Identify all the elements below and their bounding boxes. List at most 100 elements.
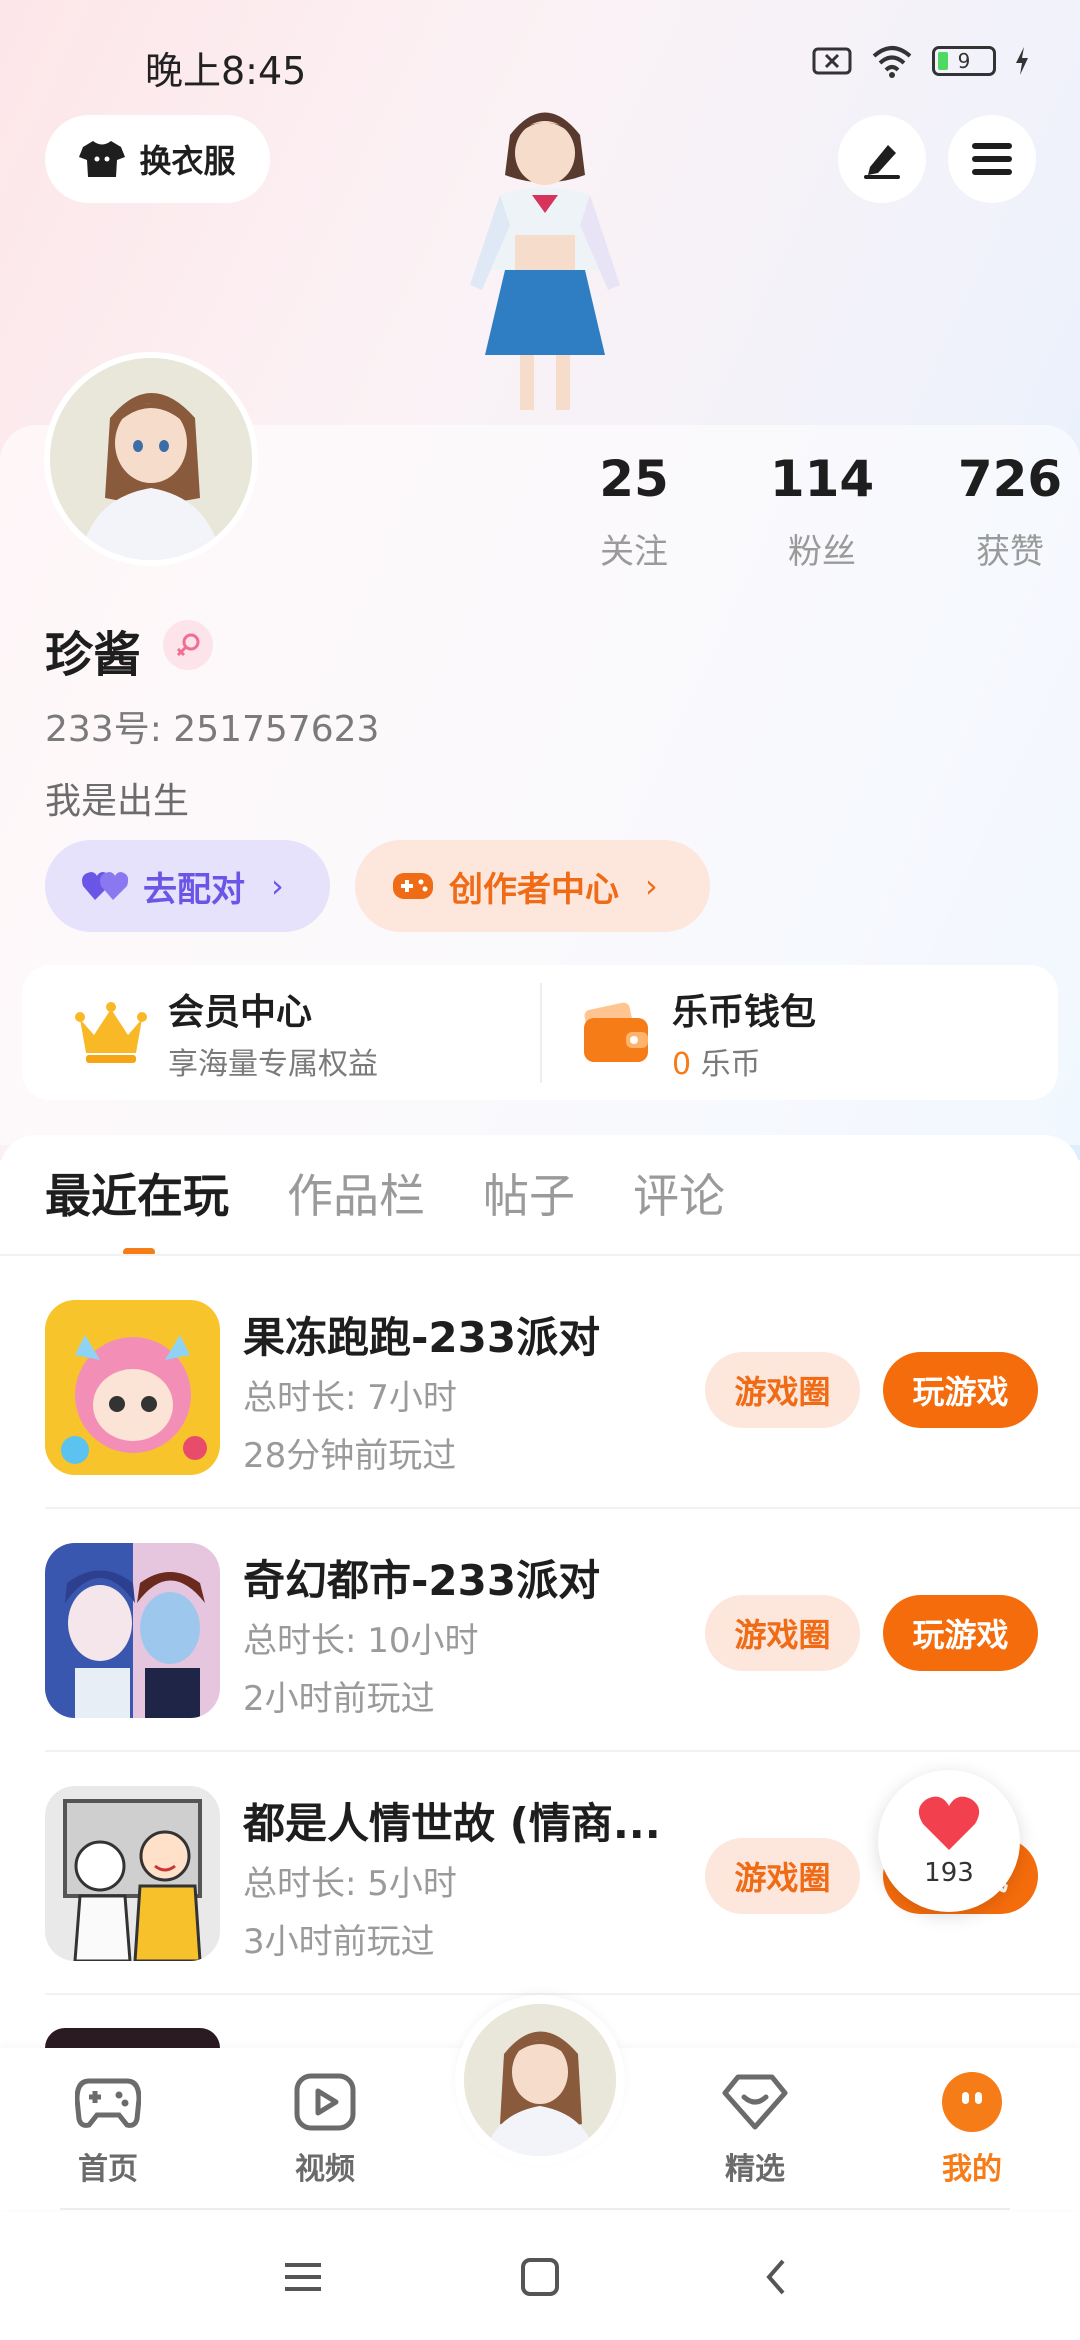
menu-button[interactable] bbox=[948, 115, 1036, 203]
nav-featured-label: 精选 bbox=[725, 2152, 785, 2187]
edit-profile-button[interactable] bbox=[838, 115, 926, 203]
creator-center-button[interactable]: 创作者中心 › bbox=[355, 840, 710, 932]
vip-center-entry[interactable]: 会员中心 享海量专属权益 bbox=[74, 965, 378, 1100]
game-icon-jelly-run bbox=[45, 1300, 220, 1475]
play-game-button[interactable]: 玩游戏 bbox=[883, 1352, 1038, 1428]
wallet-icon bbox=[584, 1002, 648, 1062]
back-button[interactable] bbox=[746, 2252, 806, 2302]
status-time: 晚上8:45 bbox=[145, 49, 307, 93]
nav-home-label: 首页 bbox=[78, 2152, 138, 2187]
status-icons: 9 bbox=[812, 44, 1030, 78]
tshirt-icon bbox=[79, 141, 126, 177]
wifi-icon bbox=[872, 46, 912, 78]
gamepad-icon bbox=[75, 2078, 141, 2128]
profile-stats: 25 关注 114 粉丝 726 获赞 bbox=[540, 450, 1080, 573]
nav-home[interactable]: 首页 bbox=[33, 2070, 183, 2188]
vip-center-title: 会员中心 bbox=[168, 991, 313, 1033]
avatar-3d-character[interactable] bbox=[420, 95, 670, 425]
chevron-right-icon: › bbox=[271, 867, 284, 905]
game-duration: 总时长: 10小时 bbox=[243, 1621, 479, 1661]
play-game-button[interactable]: 玩游戏 bbox=[883, 1595, 1038, 1671]
stat-following[interactable]: 25 关注 bbox=[540, 450, 728, 573]
nav-bottom-divider bbox=[60, 2208, 1010, 2210]
heart-diamond-icon bbox=[722, 2074, 788, 2130]
like-count: 193 bbox=[924, 1858, 974, 1888]
wallet-divider bbox=[540, 983, 542, 1083]
profile-avatar[interactable] bbox=[44, 352, 258, 566]
game-name: 都是人情世故 (情商... bbox=[243, 1799, 661, 1848]
nav-featured[interactable]: 精选 bbox=[680, 2070, 830, 2188]
vip-wallet-card: 会员中心 享海量专属权益 乐币钱包 0 乐币 bbox=[22, 965, 1058, 1100]
game-duration: 总时长: 7小时 bbox=[243, 1378, 457, 1418]
nav-mine[interactable]: 我的 bbox=[897, 2070, 1047, 2188]
list-divider bbox=[45, 1750, 1080, 1752]
nav-video[interactable]: 视频 bbox=[250, 2070, 400, 2188]
hamburger-menu-icon bbox=[972, 143, 1012, 175]
stat-fans[interactable]: 114 粉丝 bbox=[728, 450, 916, 573]
gamepad-orange-icon bbox=[393, 873, 433, 899]
list-divider bbox=[45, 1993, 1080, 1995]
nav-avatar-image bbox=[464, 2004, 616, 2156]
game-icon-fantasy-city bbox=[45, 1543, 220, 1718]
profile-tabs: 最近在玩 作品栏 帖子 评论 bbox=[45, 1160, 725, 1226]
pen-icon bbox=[864, 145, 900, 179]
list-divider bbox=[45, 1507, 1080, 1509]
tab-works[interactable]: 作品栏 bbox=[287, 1160, 425, 1226]
coin-wallet-entry[interactable]: 乐币钱包 0 乐币 bbox=[582, 965, 816, 1100]
double-heart-icon bbox=[82, 872, 129, 900]
battery-icon: 9 bbox=[932, 46, 996, 76]
game-duration: 总时长: 5小时 bbox=[243, 1864, 457, 1904]
nav-video-label: 视频 bbox=[295, 2152, 355, 2187]
coin-wallet-balance: 0 乐币 bbox=[672, 1039, 816, 1083]
game-circle-button[interactable]: 游戏圈 bbox=[705, 1595, 860, 1671]
system-navigation-bar bbox=[0, 2212, 1080, 2340]
game-icon-partial bbox=[45, 2028, 220, 2048]
tab-comments[interactable]: 评论 bbox=[633, 1160, 725, 1226]
game-circle-button[interactable]: 游戏圈 bbox=[705, 1838, 860, 1914]
stat-following-label: 关注 bbox=[600, 532, 668, 572]
crown-icon bbox=[75, 1001, 147, 1063]
game-last-played: 2小时前玩过 bbox=[243, 1679, 435, 1719]
charging-icon bbox=[1016, 47, 1028, 75]
recent-apps-button[interactable] bbox=[273, 2252, 333, 2302]
match-label: 去配对 bbox=[143, 869, 245, 910]
nav-avatar-button[interactable] bbox=[455, 1995, 625, 2165]
heart-icon bbox=[918, 1796, 980, 1850]
game-circle-button[interactable]: 游戏圈 bbox=[705, 1352, 860, 1428]
tab-posts[interactable]: 帖子 bbox=[483, 1160, 575, 1226]
tab-recently-played[interactable]: 最近在玩 bbox=[45, 1160, 229, 1226]
home-square-icon bbox=[521, 2258, 559, 2296]
tabs-divider bbox=[0, 1254, 1080, 1256]
back-arrow-icon bbox=[766, 2259, 785, 2295]
sim-off-icon bbox=[812, 47, 852, 75]
vip-center-subtitle: 享海量专属权益 bbox=[168, 1046, 378, 1082]
recent-apps-icon bbox=[285, 2263, 321, 2291]
profile-bio: 我是出生 bbox=[45, 781, 190, 822]
list-item[interactable]: 果冻跑跑-233派对 总时长: 7小时 28分钟前玩过 游戏圈 玩游戏 bbox=[45, 1300, 1038, 1540]
game-name: 奇幻都市-233派对 bbox=[243, 1556, 601, 1605]
home-button[interactable] bbox=[510, 2252, 570, 2302]
profile-uid: 233号: 251757623 bbox=[45, 709, 380, 750]
game-last-played: 28分钟前玩过 bbox=[243, 1436, 457, 1476]
change-outfit-label: 换衣服 bbox=[139, 142, 236, 180]
profile-nickname: 珍酱 bbox=[45, 627, 142, 683]
stat-likes-count: 726 bbox=[957, 450, 1063, 508]
game-last-played: 3小时前玩过 bbox=[243, 1922, 435, 1962]
chevron-right-icon: › bbox=[645, 867, 658, 905]
coin-balance-amount: 0 bbox=[672, 1046, 692, 1082]
change-outfit-button[interactable]: 换衣服 bbox=[45, 115, 270, 203]
female-gender-icon bbox=[163, 620, 213, 670]
stat-likes-label: 获赞 bbox=[976, 532, 1044, 572]
creator-center-label: 创作者中心 bbox=[449, 869, 619, 910]
stat-fans-count: 114 bbox=[769, 450, 875, 508]
coin-wallet-title: 乐币钱包 bbox=[672, 991, 817, 1033]
coin-unit: 乐币 bbox=[700, 1046, 761, 1082]
match-button[interactable]: 去配对 › bbox=[45, 840, 330, 932]
battery-level: 9 bbox=[957, 49, 971, 73]
stat-likes[interactable]: 726 获赞 bbox=[916, 450, 1080, 573]
list-item[interactable]: 奇幻都市-233派对 总时长: 10小时 2小时前玩过 游戏圈 玩游戏 bbox=[45, 1543, 1038, 1783]
video-play-icon bbox=[294, 2073, 356, 2131]
nav-mine-label: 我的 bbox=[942, 2152, 1002, 2187]
game-icon-social-skills bbox=[45, 1786, 220, 1961]
floating-like-button[interactable]: 193 bbox=[878, 1770, 1020, 1912]
